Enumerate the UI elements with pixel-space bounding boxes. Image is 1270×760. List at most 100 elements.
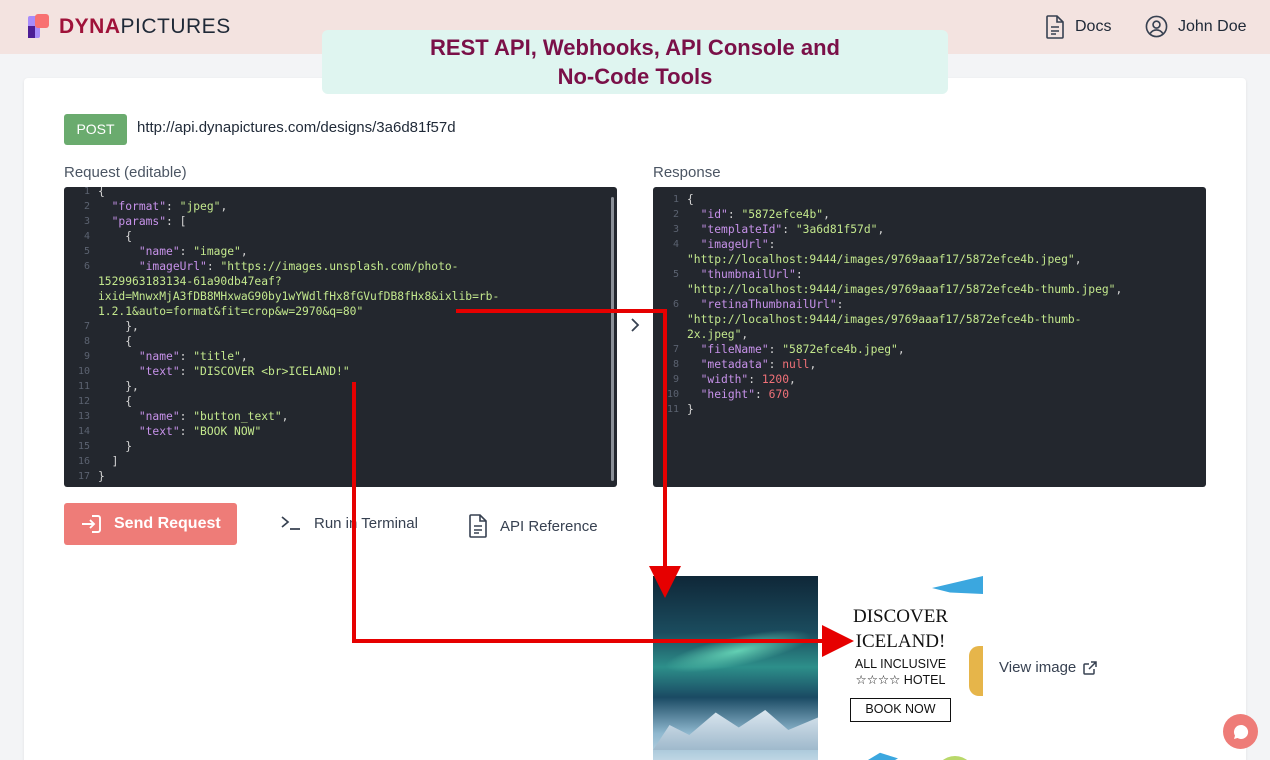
banner-line1: REST API, Webhooks, API Console and — [430, 35, 840, 60]
request-token: "format" — [111, 200, 167, 213]
response-token: "id" — [700, 208, 728, 221]
response-viewer: 1{2 "id": "5872efce4b", 3 "templateId": "… — [653, 187, 1206, 487]
request-code-line: 2 "format": "jpeg", — [64, 199, 617, 214]
response-token: : — [727, 208, 742, 221]
response-token: "5872efce4b.jpeg" — [782, 343, 898, 356]
request-token — [98, 425, 139, 438]
request-token: "image" — [193, 245, 241, 258]
request-editor[interactable]: 1{2 "format": "jpeg", 3 "params": [4 {5 "… — [64, 187, 617, 487]
response-token: : — [768, 358, 783, 371]
response-code-line: 4 "imageUrl": — [653, 237, 1206, 252]
response-token: : — [755, 388, 769, 401]
ad-book-now-button: BOOK NOW — [850, 698, 951, 722]
chat-bubble-icon — [1233, 724, 1248, 739]
request-line-number: 6 — [83, 261, 90, 272]
request-token: : — [179, 365, 194, 378]
request-code-line: 9 "name": "title", — [64, 349, 617, 364]
response-code-line: 11} — [653, 402, 1206, 417]
response-code-line: 8 "metadata": null, — [653, 357, 1206, 372]
request-line-number: 16 — [77, 456, 90, 467]
request-line-number: 11 — [77, 381, 90, 392]
feature-banner: REST API, Webhooks, API Console and No-C… — [322, 30, 948, 94]
view-image-link[interactable]: View image — [999, 659, 1098, 676]
response-token: "3a6d81f57d" — [795, 223, 878, 236]
response-token: , — [1074, 253, 1082, 266]
request-token: , — [240, 350, 248, 363]
request-line-number: 4 — [83, 231, 90, 242]
request-token: }, — [98, 380, 139, 393]
request-code-line: 16 ] — [64, 454, 617, 469]
request-token: ] — [98, 455, 119, 468]
response-token: "templateId" — [700, 223, 783, 236]
request-code-line: 13 "name": "button_text", — [64, 409, 617, 424]
request-code-line: 5 "name": "image", — [64, 244, 617, 259]
sign-in-icon — [82, 515, 101, 533]
response-code-line: "http://localhost:9444/images/9769aaaf17… — [653, 252, 1206, 267]
request-token: "params" — [111, 215, 167, 228]
response-code-line: 7 "fileName": "5872efce4b.jpeg", — [653, 342, 1206, 357]
docs-link[interactable]: Docs — [1045, 15, 1111, 39]
response-token: : — [836, 298, 844, 311]
run-in-terminal-button[interactable]: Run in Terminal — [280, 514, 418, 532]
response-token: , — [1115, 283, 1123, 296]
response-line-number: 1 — [672, 194, 679, 205]
request-token — [98, 215, 112, 228]
response-token: "thumbnailUrl" — [700, 268, 796, 281]
request-line-number: 1 — [83, 187, 90, 197]
request-token: : — [179, 350, 194, 363]
request-token: "BOOK NOW" — [193, 425, 262, 438]
response-token — [687, 268, 701, 281]
chat-launcher-button[interactable] — [1223, 714, 1258, 749]
request-token: : — [166, 200, 180, 213]
document-icon — [469, 514, 487, 538]
request-token: "button_text" — [193, 410, 282, 423]
api-reference-button[interactable]: API Reference — [468, 514, 598, 538]
response-line-number: 9 — [672, 374, 679, 385]
ad-subtitle-line2: ☆☆☆☆ HOTEL — [855, 673, 946, 687]
request-code-line: 1{ — [64, 187, 617, 199]
response-token: , — [809, 358, 817, 371]
send-request-button[interactable]: Send Request — [64, 503, 237, 545]
request-code-line: ixid=MnwxMjA3fDB8MHxwaG90by1wYWdlfHx8fGV… — [64, 289, 617, 304]
generated-image-preview[interactable]: DISCOVER ICELAND! ALL INCLUSIVE ☆☆☆☆ HOT… — [653, 576, 983, 760]
response-line-number: 5 — [672, 269, 679, 280]
response-line-number: 8 — [672, 359, 679, 370]
request-code-line: 8 { — [64, 334, 617, 349]
request-token: "name" — [138, 245, 180, 258]
request-code-line: 6 "imageUrl": "https://images.unsplash.c… — [64, 259, 617, 274]
logo[interactable]: DYNAPICTURES — [24, 14, 231, 40]
response-label: Response — [653, 164, 721, 181]
request-line-number: 3 — [83, 216, 90, 227]
ad-panel: DISCOVER ICELAND! ALL INCLUSIVE ☆☆☆☆ HOT… — [818, 576, 983, 760]
response-token: , — [741, 328, 749, 341]
user-menu[interactable]: John Doe — [1145, 15, 1247, 38]
request-code-line: 15 } — [64, 439, 617, 454]
response-token: "fileName" — [700, 343, 769, 356]
request-code-line: 7 }, — [64, 319, 617, 334]
request-line-number: 2 — [83, 201, 90, 212]
external-link-icon — [1083, 660, 1098, 675]
request-code-line: 1.2.1&auto=format&fit=crop&w=2970&q=80" — [64, 304, 617, 319]
request-code-line: 17} — [64, 469, 617, 484]
request-token: ixid=MnwxMjA3fDB8MHxwaG90by1wYWdlfHx8fGV… — [98, 290, 500, 303]
response-code-line: 9 "width": 1200, — [653, 372, 1206, 387]
response-token: : — [782, 223, 796, 236]
user-circle-icon — [1145, 15, 1168, 38]
request-url[interactable]: http://api.dynapictures.com/designs/3a6d… — [137, 119, 456, 136]
response-code-line: 6 "retinaThumbnailUrl": — [653, 297, 1206, 312]
response-token: : — [795, 268, 803, 281]
request-token: : — [206, 260, 221, 273]
response-line-number: 2 — [672, 209, 679, 220]
request-token: 1529963183134-61a90db47eaf? — [98, 275, 282, 288]
response-token: : — [748, 373, 762, 386]
request-token: { — [98, 187, 105, 198]
request-token: : — [179, 410, 194, 423]
response-code-line: "http://localhost:9444/images/9769aaaf17… — [653, 312, 1206, 327]
response-line-number: 6 — [672, 299, 679, 310]
response-token: : — [768, 238, 776, 251]
request-token: , — [281, 410, 289, 423]
response-token: "http://localhost:9444/images/9769aaaf17… — [687, 283, 1116, 296]
request-token: "text" — [138, 365, 180, 378]
response-token: : — [768, 343, 783, 356]
response-code-line: 1{ — [653, 192, 1206, 207]
